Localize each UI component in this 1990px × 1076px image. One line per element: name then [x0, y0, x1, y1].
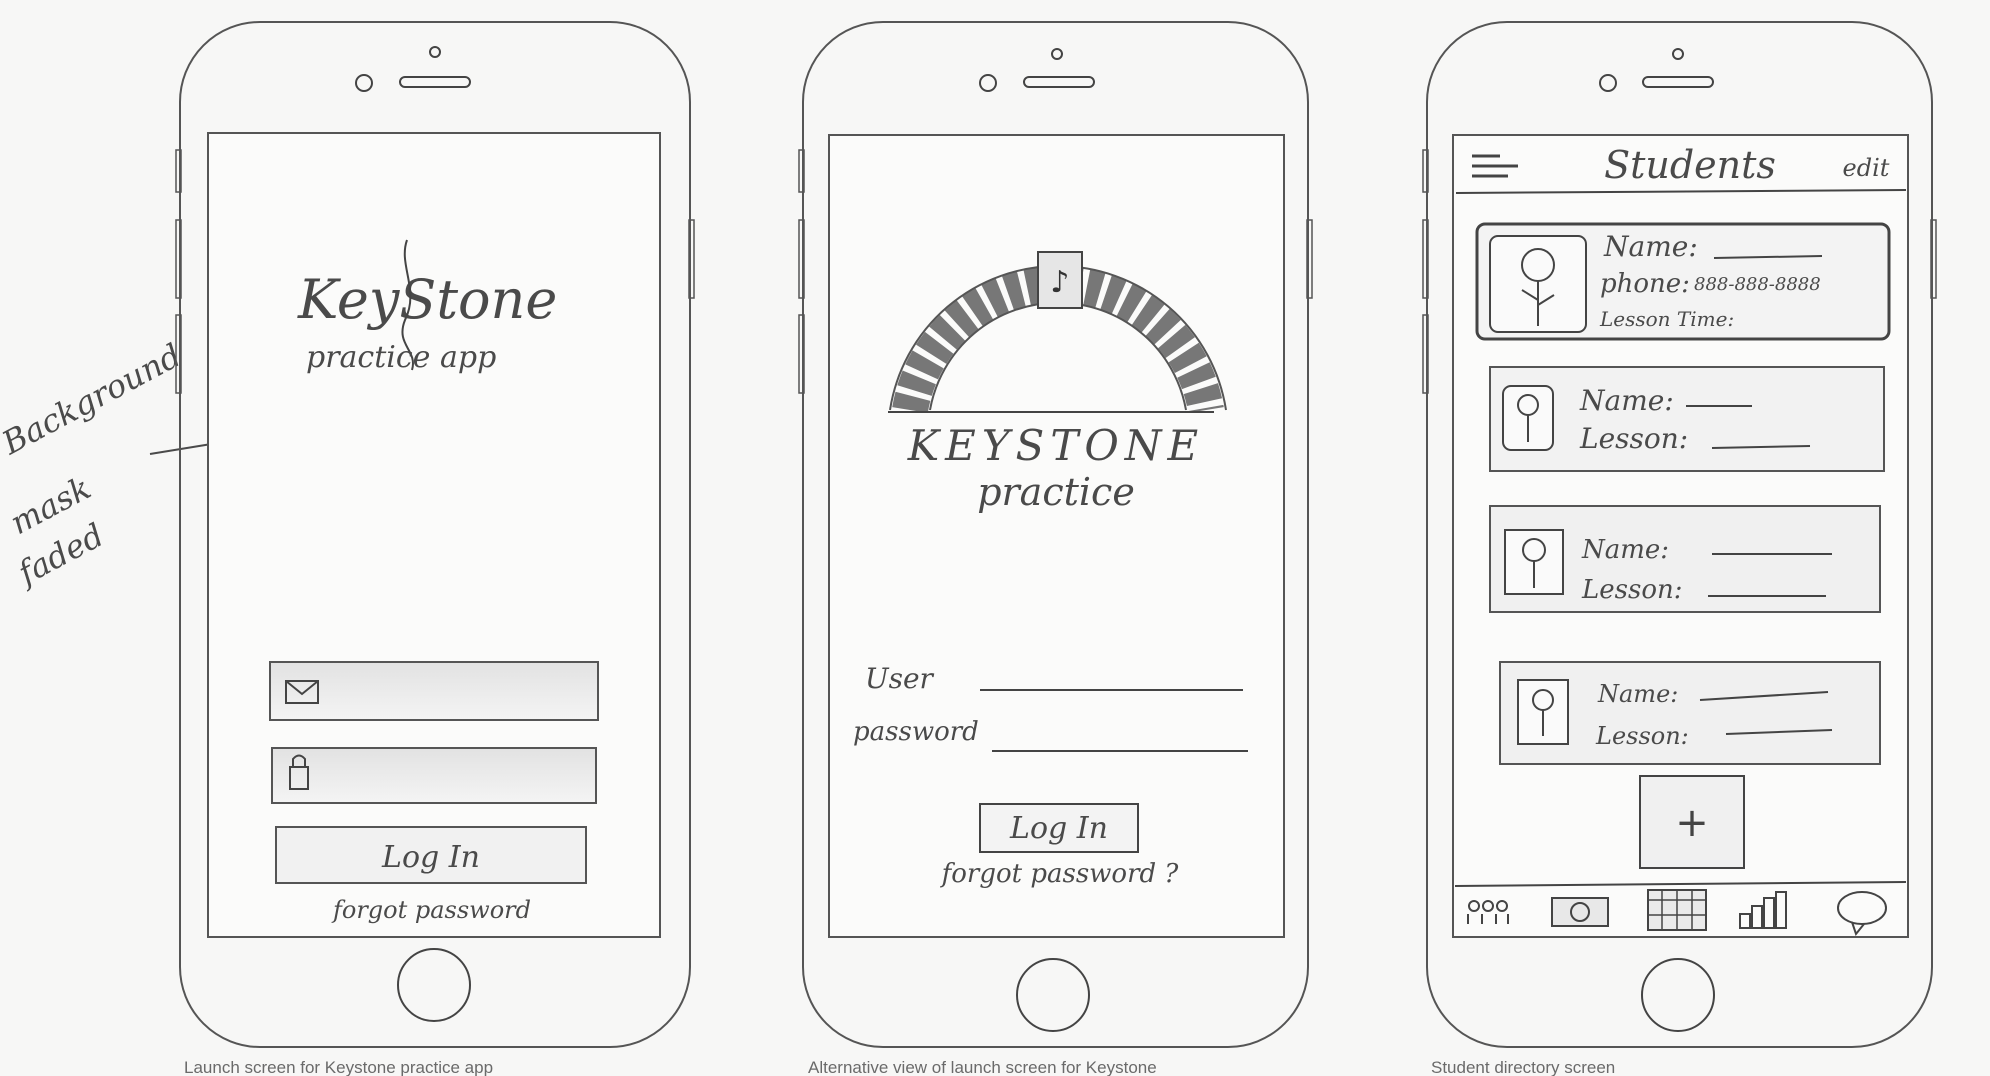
password-label: password [853, 717, 979, 747]
home-button-2 [1016, 958, 1090, 1032]
speaker-slot [399, 76, 471, 88]
student-card-4[interactable]: Name: Lesson: [1499, 661, 1881, 765]
calendar-tab-icon[interactable] [1647, 889, 1707, 931]
camera-icon [355, 74, 373, 92]
forgot-password-link[interactable]: forgot password ? [940, 859, 1180, 889]
camera-icon [979, 74, 997, 92]
login-button[interactable]: Log In [979, 803, 1139, 853]
card1-lesson-label: Lesson Time: [1599, 307, 1734, 331]
caption-alt-launch-screen: Alternative view of launch screen for Ke… [808, 1058, 1157, 1076]
subtitle-practice: practice [977, 470, 1135, 514]
money-tab-icon[interactable] [1551, 897, 1609, 927]
student-card-2[interactable]: Name: Lesson: [1489, 366, 1885, 472]
student-card-3[interactable]: Name: Lesson: [1489, 505, 1881, 613]
keystone-logo: KeyStone [297, 268, 557, 331]
earpiece-dot [1672, 48, 1684, 60]
student-card-1[interactable]: Name: phone: 888-888-8888 Lesson Time: [1475, 222, 1891, 341]
camera-icon [1599, 74, 1617, 92]
screen-1 [207, 132, 661, 938]
caption-launch-screen: Launch screen for Keystone practice app [184, 1058, 494, 1076]
home-button-1 [397, 948, 471, 1022]
home-button-3 [1641, 958, 1715, 1032]
wireframe-board: Background mask faded KeyStone practice … [0, 21, 1937, 1048]
add-student-button[interactable]: + [1639, 775, 1745, 869]
user-label: User [865, 662, 935, 695]
card3-lesson-label: Lesson: [1581, 575, 1683, 605]
forgot-password-link[interactable]: forgot password [331, 896, 531, 924]
card3-name-label: Name: [1581, 535, 1669, 565]
card1-phone-value: 888-888-8888 [1694, 274, 1821, 295]
password-field[interactable] [271, 747, 597, 804]
card4-lesson-label: Lesson: [1595, 722, 1689, 750]
card1-name-label: Name: [1603, 230, 1698, 263]
card2-lesson-label: Lesson: [1579, 422, 1688, 455]
background-annotation: Background mask faded [0, 336, 237, 593]
login-button-label: Log In [1009, 811, 1108, 846]
earpiece-dot [1051, 48, 1063, 60]
phone-frame-2 [798, 21, 1313, 1048]
svg-text:♪: ♪ [1050, 265, 1069, 300]
speaker-slot [1642, 76, 1714, 88]
login-button[interactable]: Log In [275, 826, 587, 884]
add-icon: + [1675, 800, 1709, 846]
card2-name-label: Name: [1579, 384, 1674, 417]
login-button-label: Log In [381, 840, 480, 875]
speaker-slot [1023, 76, 1095, 88]
card1-phone-label: phone: [1600, 269, 1690, 299]
annotation-line-1: Background [0, 336, 187, 462]
phone-frame-1 [175, 21, 695, 1048]
students-title: Students [1604, 143, 1776, 187]
email-field[interactable] [269, 661, 599, 721]
keystone-wordmark: KEYSTONE [907, 421, 1204, 470]
caption-student-directory: Student directory screen [1431, 1058, 1616, 1076]
card4-name-label: Name: [1597, 680, 1678, 708]
subtitle-practice-app: practice app [306, 340, 496, 375]
earpiece-dot [429, 46, 441, 58]
edit-button[interactable]: edit [1843, 154, 1890, 182]
